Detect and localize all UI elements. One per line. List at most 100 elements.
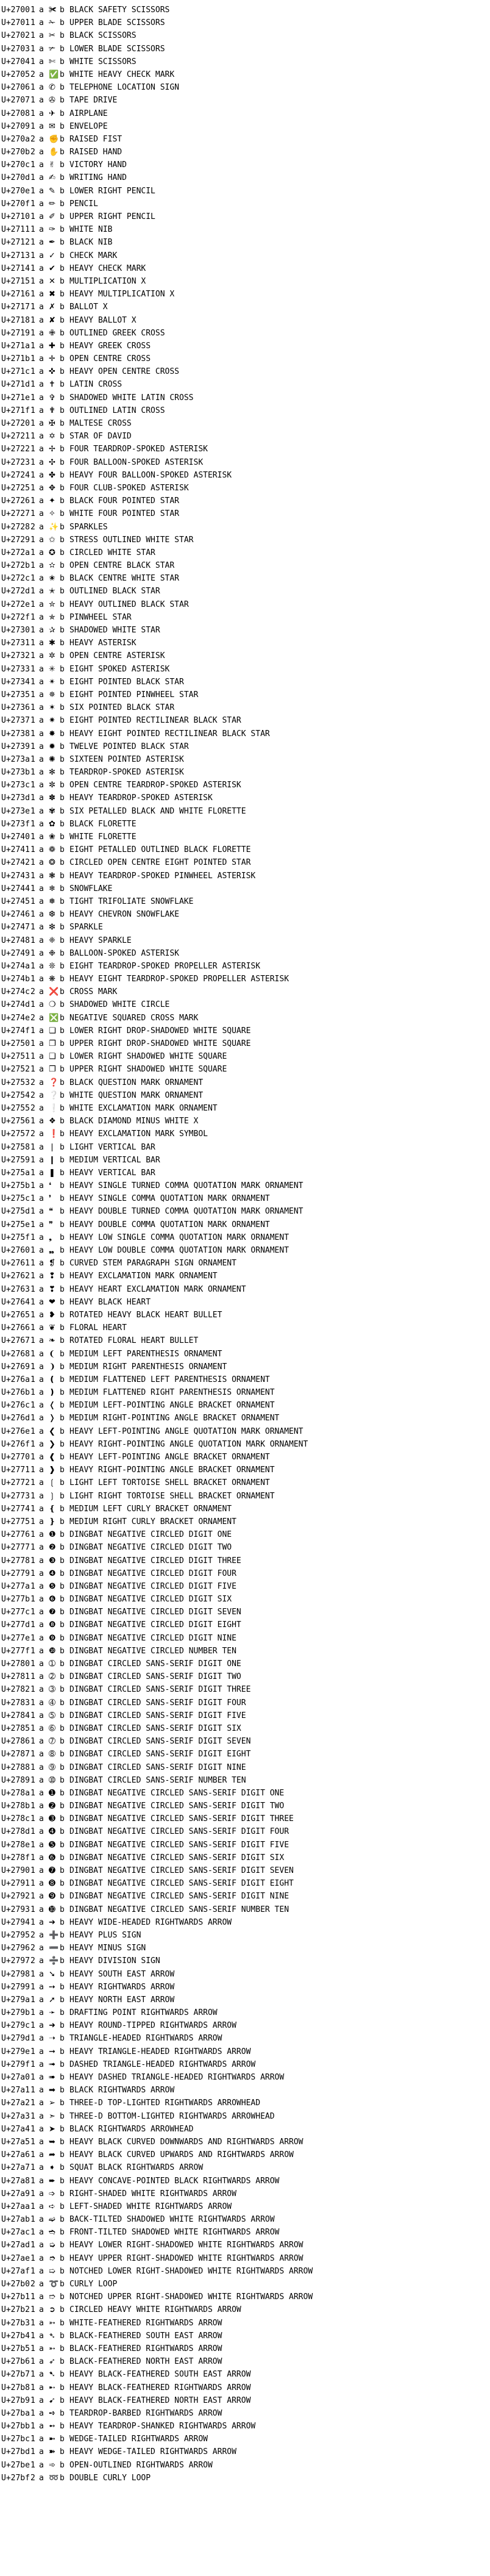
list-item: U+2710 1 a ✐ b UPPER RIGHT PENCIL — [0, 210, 490, 223]
prefix-marker: a — [39, 2241, 44, 2250]
list-item: U+2784 1 a ➄ b DINGBAT CIRCLED SANS-SERIF DIG… — [0, 1709, 490, 1722]
list-item: U+279e 1 a ➞ b HEAVY TRIANGLE-HEADED RIGHTWAR… — [0, 2045, 490, 2058]
character-name: BLACK FLORETTE — [69, 819, 137, 829]
glyph: ✝ — [49, 380, 55, 390]
code-point: U+2782 — [1, 1685, 30, 1695]
suffix-marker: b — [60, 2137, 65, 2147]
display-width: 1 — [30, 639, 35, 648]
prefix-marker: a — [39, 1478, 44, 1488]
code-point: U+2769 — [1, 1362, 30, 1372]
list-item: U+2702 1 a ✂ b BLACK SCISSORS — [0, 29, 490, 42]
code-point: U+274e — [1, 1013, 30, 1023]
character-name: WHITE NIB — [69, 225, 113, 235]
display-width: 1 — [30, 1879, 35, 1889]
code-point: U+2790 — [1, 1866, 30, 1875]
prefix-marker: a — [39, 1323, 44, 1333]
display-width: 1 — [30, 2241, 35, 2250]
display-width: 1 — [30, 1814, 35, 1824]
display-width: 1 — [30, 2176, 35, 2186]
display-width: 1 — [30, 2460, 35, 2470]
list-item: U+2717 1 a ✗ b BALLOT X — [0, 301, 490, 313]
suffix-marker: b — [60, 1853, 65, 1862]
list-item: U+2765 1 a ❥ b ROTATED HEAVY BLACK HEART BULL… — [0, 1309, 490, 1322]
code-point: U+27bf — [1, 2473, 30, 2483]
prefix-marker: a — [39, 845, 44, 855]
display-width: 1 — [30, 83, 35, 93]
character-name: DINGBAT NEGATIVE CIRCLED DIGIT SIX — [69, 1595, 232, 1605]
list-item: U+2755 2 a ❕ b WHITE EXCLAMATION MARK ORNAMEN… — [0, 1102, 490, 1115]
suffix-marker: b — [60, 148, 65, 157]
glyph: ✞ — [49, 393, 55, 402]
glyph: ❳ — [49, 1491, 55, 1501]
character-name: HEAVY WIDE-HEADED RIGHTWARDS ARROW — [69, 1917, 232, 1927]
list-item: U+2777 1 a ❷ b DINGBAT NEGATIVE CIRCLED DIGIT… — [0, 1541, 490, 1554]
display-width: 1 — [30, 2150, 35, 2160]
display-width: 1 — [30, 1659, 35, 1669]
display-width: 1 — [30, 2111, 35, 2121]
glyph: ➴ — [49, 2331, 55, 2341]
prefix-marker: a — [39, 1982, 44, 1992]
display-width: 1 — [30, 380, 35, 390]
display-width: 1 — [30, 1995, 35, 2005]
code-point: U+274d — [1, 1000, 30, 1010]
list-item: U+275f 1 a ❟ b HEAVY LOW SINGLE COMMA QUOTATI… — [0, 1231, 490, 1244]
prefix-marker: a — [39, 587, 44, 596]
display-width: 1 — [30, 96, 35, 106]
display-width: 1 — [30, 1853, 35, 1862]
display-width: 1 — [30, 1762, 35, 1772]
display-width: 1 — [30, 496, 35, 506]
glyph: ➻ — [49, 2422, 55, 2431]
prefix-marker: a — [39, 716, 44, 726]
glyph: ➚ — [49, 1995, 55, 2005]
suffix-marker: b — [60, 1181, 65, 1191]
character-name: AIRPLANE — [69, 109, 108, 118]
glyph: ❓ — [49, 1078, 59, 1087]
list-item: U+275c 1 a ❜ b HEAVY SINGLE COMMA QUOTATION M… — [0, 1192, 490, 1205]
character-name: HEAVY BLACK CURVED UPWARDS AND RIGHTWARD… — [69, 2150, 294, 2160]
display-width: 1 — [30, 1982, 35, 1992]
prefix-marker: a — [39, 1013, 44, 1023]
suffix-marker: b — [60, 703, 65, 713]
character-name: NOTCHED UPPER RIGHT-SHADOWED WHITE RIGHT… — [69, 2292, 313, 2302]
display-width: 1 — [30, 793, 35, 803]
list-item: U+2781 1 a ➁ b DINGBAT CIRCLED SANS-SERIF DIG… — [0, 1670, 490, 1683]
code-point: U+276d — [1, 1414, 30, 1423]
prefix-marker: a — [39, 1530, 44, 1540]
display-width: 1 — [30, 1323, 35, 1333]
prefix-marker: a — [39, 806, 44, 816]
list-item: U+27a6 1 a ➦ b HEAVY BLACK CURVED UPWARDS AND… — [0, 2148, 490, 2161]
list-item: U+2751 1 a ❑ b LOWER RIGHT SHADOWED WHITE SQU… — [0, 1050, 490, 1063]
prefix-marker: a — [39, 2318, 44, 2328]
suffix-marker: b — [60, 1155, 65, 1165]
character-name: HEAVY EXCLAMATION MARK SYMBOL — [69, 1129, 208, 1139]
suffix-marker: b — [60, 1517, 65, 1526]
list-item: U+277d 1 a ❽ b DINGBAT NEGATIVE CIRCLED DIGIT… — [0, 1619, 490, 1631]
code-point: U+2740 — [1, 832, 30, 842]
suffix-marker: b — [60, 31, 65, 41]
code-point: U+2725 — [1, 483, 30, 493]
suffix-marker: b — [60, 44, 65, 54]
prefix-marker: a — [39, 1414, 44, 1423]
code-point: U+2795 — [1, 1930, 30, 1940]
character-name: DINGBAT NEGATIVE CIRCLED SANS-SERIF DIGI… — [69, 1840, 289, 1850]
prefix-marker: a — [39, 1581, 44, 1591]
glyph: ❆ — [49, 910, 55, 920]
list-item: U+2796 2 a ➖ b HEAVY MINUS SIGN — [0, 1942, 490, 1955]
suffix-marker: b — [60, 664, 65, 674]
list-item: U+2743 1 a ❃ b HEAVY TEARDROP-SPOKED PINWHEEL… — [0, 870, 490, 882]
suffix-marker: b — [60, 2253, 65, 2263]
display-width: 1 — [30, 936, 35, 945]
list-item: U+2759 1 a ❙ b MEDIUM VERTICAL BAR — [0, 1154, 490, 1167]
prefix-marker: a — [39, 2383, 44, 2392]
suffix-marker: b — [60, 884, 65, 893]
prefix-marker: a — [39, 2395, 44, 2405]
character-name: BLACK DIAMOND MINUS WHITE X — [69, 1117, 199, 1126]
character-name: VICTORY HAND — [69, 160, 127, 170]
prefix-marker: a — [39, 884, 44, 893]
prefix-marker: a — [39, 290, 44, 299]
glyph: ❶ — [49, 1530, 56, 1540]
character-name: HEAVY BALLOT X — [69, 315, 137, 325]
code-point: U+2723 — [1, 457, 30, 467]
list-item: U+276f 1 a ❯ b HEAVY RIGHT-POINTING ANGLE QUO… — [0, 1438, 490, 1451]
glyph: ❄ — [49, 884, 55, 893]
